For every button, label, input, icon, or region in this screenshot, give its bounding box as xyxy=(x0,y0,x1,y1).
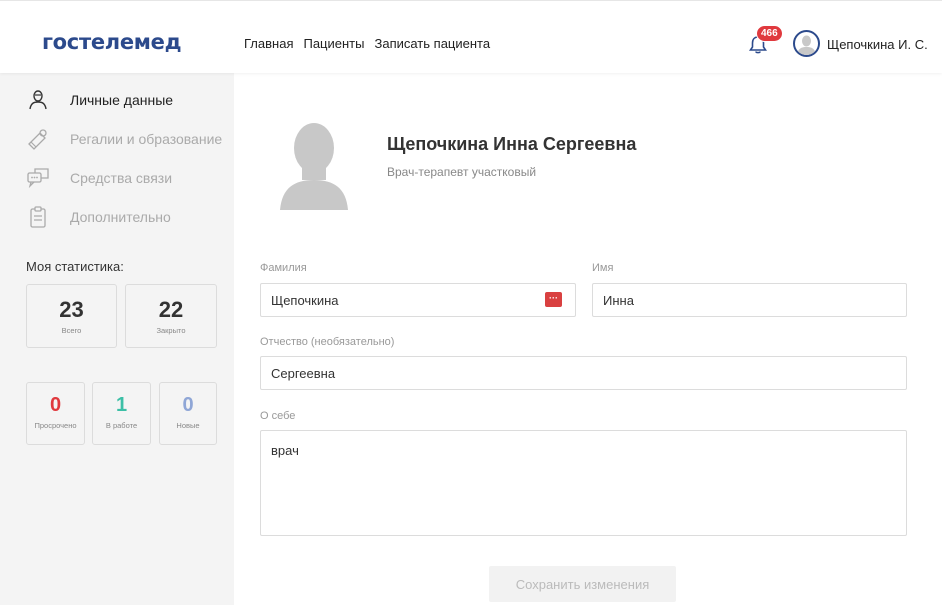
first-name-field[interactable]: Инна xyxy=(592,283,907,317)
stat-value: 0 xyxy=(182,394,194,416)
stat-total[interactable]: 23 Всего xyxy=(26,284,117,348)
stat-label: Закрыто xyxy=(156,326,186,335)
avatar[interactable] xyxy=(793,30,820,57)
profile-photo-placeholder-icon[interactable] xyxy=(280,118,348,210)
first-name-label: Имя xyxy=(592,262,614,274)
top-bar: гостелемед Главная Пациенты Записать пац… xyxy=(0,0,942,73)
nav-book-patient[interactable]: Записать пациента xyxy=(374,36,490,51)
notification-badge[interactable]: 466 xyxy=(756,25,783,42)
patronymic-label: Отчество (необязательно) xyxy=(260,336,395,348)
chat-icon xyxy=(27,168,49,189)
main-nav: Главная Пациенты Записать пациента xyxy=(244,36,490,51)
stat-label: Новые xyxy=(176,421,200,430)
user-icon xyxy=(29,90,47,110)
password-manager-icon[interactable]: ··· xyxy=(545,292,562,307)
sidebar-item-label: Средства связи xyxy=(70,170,173,186)
stats-title: Моя статистика: xyxy=(26,259,124,274)
stat-label: Всего xyxy=(61,326,82,335)
sidebar-item-label: Регалии и образование xyxy=(70,131,223,147)
diploma-icon xyxy=(28,129,47,150)
stat-value: 0 xyxy=(49,394,62,416)
stat-label: Просрочено xyxy=(34,421,77,430)
about-textarea[interactable]: врач xyxy=(260,430,907,536)
logo[interactable]: гостелемед xyxy=(42,30,182,54)
stat-in-progress[interactable]: 1 В работе xyxy=(92,382,151,445)
about-label: О себе xyxy=(260,410,296,422)
last-name-label: Фамилия xyxy=(260,262,307,274)
clipboard-icon xyxy=(30,206,46,228)
stat-label: В работе xyxy=(105,421,138,430)
sidebar-item-label: Личные данные xyxy=(70,92,174,108)
stat-overdue[interactable]: 0 Просрочено xyxy=(26,382,85,445)
user-name[interactable]: Щепочкина И. С. xyxy=(827,37,928,52)
stat-closed[interactable]: 22 Закрыто xyxy=(125,284,217,348)
sidebar-item-regalia[interactable]: Регалии и образование xyxy=(26,127,222,151)
profile-full-name: Щепочкина Инна Сергеевна xyxy=(387,134,637,154)
sidebar-item-personal-data[interactable]: Личные данные xyxy=(26,88,173,112)
sidebar-item-contacts[interactable]: Средства связи xyxy=(26,166,172,190)
save-button[interactable]: Сохранить изменения xyxy=(489,566,676,602)
sidebar-item-additional[interactable]: Дополнительно xyxy=(26,205,171,229)
stat-value: 22 xyxy=(158,297,184,322)
app-page: гостелемед Главная Пациенты Записать пац… xyxy=(0,0,942,605)
last-name-field[interactable]: Щепочкина xyxy=(260,283,576,317)
avatar-silhouette-icon xyxy=(797,35,816,55)
profile-position: Врач-терапевт участковый xyxy=(387,165,537,179)
patronymic-field[interactable]: Сергеевна xyxy=(260,356,907,390)
nav-home[interactable]: Главная xyxy=(244,36,293,51)
stat-value: 1 xyxy=(115,394,128,416)
sidebar-item-label: Дополнительно xyxy=(70,209,171,225)
nav-patients[interactable]: Пациенты xyxy=(303,36,364,51)
stat-new[interactable]: 0 Новые xyxy=(159,382,217,445)
stat-value: 23 xyxy=(59,297,84,322)
